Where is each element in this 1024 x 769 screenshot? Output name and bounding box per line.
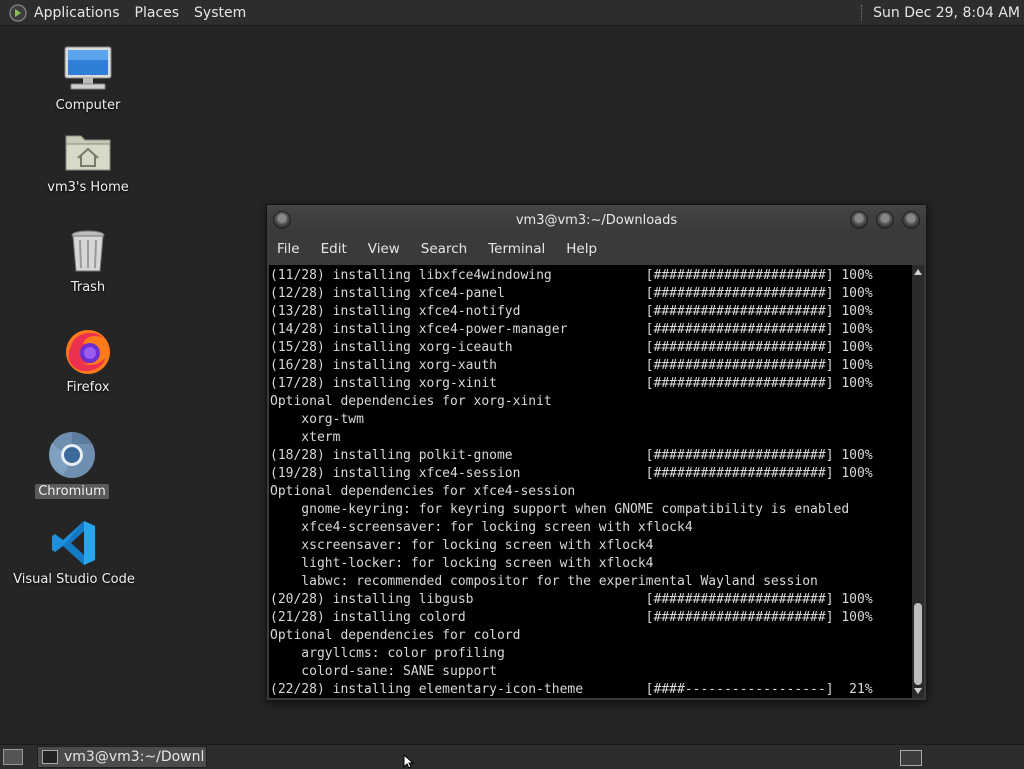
terminal-line: (19/28) installing xfce4-session [######… xyxy=(270,466,873,481)
window-menu-icon[interactable] xyxy=(273,211,291,229)
scroll-down-icon[interactable] xyxy=(914,688,922,694)
workspace-switcher[interactable] xyxy=(900,750,922,766)
taskbar-window-button[interactable]: vm3@vm3:~/Downl... xyxy=(37,746,207,768)
minimize-icon[interactable] xyxy=(850,211,868,229)
desktop-icon-label: Computer xyxy=(55,98,121,113)
terminal-line: xterm xyxy=(270,430,341,445)
terminal-line: (16/28) installing xorg-xauth [#########… xyxy=(270,358,873,373)
desktop-icon-firefox[interactable]: Firefox xyxy=(33,326,143,395)
clock[interactable]: Sun Dec 29, 8:04 AM xyxy=(873,5,1020,21)
terminal-scrollbar[interactable] xyxy=(912,265,924,698)
menu-help[interactable]: Help xyxy=(566,241,597,257)
terminal-title: vm3@vm3:~/Downloads xyxy=(515,212,678,228)
desktop-icon-label: Trash xyxy=(70,280,106,295)
terminal-menubar: File Edit View Search Terminal Help xyxy=(267,235,926,263)
scroll-up-icon[interactable] xyxy=(914,269,922,275)
terminal-line: Optional dependencies for xfce4-session xyxy=(270,484,576,499)
terminal-line: (13/28) installing xfce4-notifyd [######… xyxy=(270,304,873,319)
menu-search[interactable]: Search xyxy=(421,241,467,257)
terminal-line: (15/28) installing xorg-iceauth [#######… xyxy=(270,340,873,355)
terminal-line: colord-sane: SANE support xyxy=(270,664,497,679)
desktop-icon-label: Visual Studio Code xyxy=(13,572,135,587)
bottom-panel: vm3@vm3:~/Downl... xyxy=(0,744,1024,769)
desktop-icon-home[interactable]: vm3's Home xyxy=(33,126,143,195)
terminal-output-area[interactable]: (11/28) installing libxfce4windowing [##… xyxy=(269,265,912,698)
terminal-task-icon xyxy=(42,750,58,764)
terminal-line: xscreensaver: for locking screen with xf… xyxy=(270,538,654,553)
home-folder-icon xyxy=(63,126,113,176)
maximize-icon[interactable] xyxy=(876,211,894,229)
taskbar-window-label: vm3@vm3:~/Downl... xyxy=(64,749,207,765)
terminal-window[interactable]: vm3@vm3:~/Downloads File Edit View Searc… xyxy=(266,204,927,701)
show-desktop-icon[interactable] xyxy=(3,749,23,765)
close-icon[interactable] xyxy=(902,211,920,229)
desktop-icon-vscode[interactable]: Visual Studio Code xyxy=(13,518,135,587)
menu-terminal[interactable]: Terminal xyxy=(488,241,545,257)
menu-places[interactable]: Places xyxy=(135,5,180,21)
terminal-line: gnome-keyring: for keyring support when … xyxy=(270,502,850,517)
desktop-icon-label: Firefox xyxy=(66,380,110,395)
vscode-icon xyxy=(49,518,99,568)
terminal-line: argyllcms: color profiling xyxy=(270,646,505,661)
terminal-line: (20/28) installing libgusb [############… xyxy=(270,592,873,607)
terminal-line: (12/28) installing xfce4-panel [########… xyxy=(270,286,873,301)
scrollbar-thumb[interactable] xyxy=(914,603,922,685)
desktop-icon-computer[interactable]: Computer xyxy=(33,44,143,113)
chromium-icon xyxy=(47,430,97,480)
terminal-line: xorg-twm xyxy=(270,412,364,427)
top-panel: Applications Places System Sun Dec 29, 8… xyxy=(0,0,1024,26)
mouse-pointer-icon xyxy=(403,754,415,768)
terminal-line: (14/28) installing xfce4-power-manager [… xyxy=(270,322,873,337)
terminal-line: Optional dependencies for xorg-xinit xyxy=(270,394,552,409)
menu-system[interactable]: System xyxy=(194,5,246,21)
desktop-icon-trash[interactable]: Trash xyxy=(33,226,143,295)
terminal-output: (11/28) installing libxfce4windowing [##… xyxy=(269,265,912,698)
desktop-icon-label: Chromium xyxy=(35,484,109,499)
desktop-icon-chromium[interactable]: Chromium xyxy=(17,430,127,499)
desktop-icon-label: vm3's Home xyxy=(47,180,129,195)
terminal-line: (22/28) installing elementary-icon-theme… xyxy=(270,682,873,697)
terminal-line: (17/28) installing xorg-xinit [#########… xyxy=(270,376,873,391)
panel-separator xyxy=(861,4,865,21)
terminal-line: Optional dependencies for colord xyxy=(270,628,521,643)
terminal-line: (11/28) installing libxfce4windowing [##… xyxy=(270,268,873,283)
trash-icon xyxy=(63,226,113,276)
terminal-line: (18/28) installing polkit-gnome [#######… xyxy=(270,448,873,463)
firefox-icon xyxy=(63,326,113,376)
terminal-line: xfce4-screensaver: for locking screen wi… xyxy=(270,520,693,535)
distro-logo-icon[interactable] xyxy=(9,3,27,22)
menu-edit[interactable]: Edit xyxy=(321,241,347,257)
terminal-line: labwc: recommended compositor for the ex… xyxy=(270,574,818,589)
menu-view[interactable]: View xyxy=(368,241,400,257)
terminal-line: light-locker: for locking screen with xf… xyxy=(270,556,654,571)
terminal-titlebar[interactable]: vm3@vm3:~/Downloads xyxy=(267,205,926,235)
menu-file[interactable]: File xyxy=(277,241,300,257)
menu-applications[interactable]: Applications xyxy=(34,5,120,21)
computer-icon xyxy=(63,44,113,94)
terminal-line: (21/28) installing colord [#############… xyxy=(270,610,873,625)
